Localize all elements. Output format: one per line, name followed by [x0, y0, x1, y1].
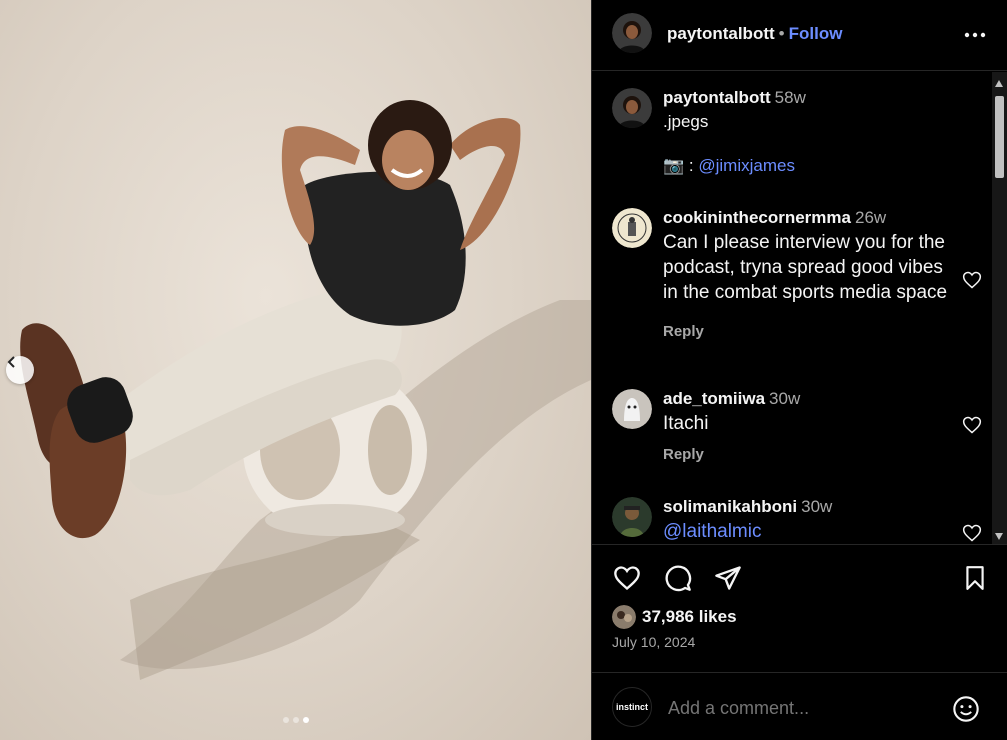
scroll-thumb[interactable]	[995, 96, 1004, 178]
post-actions: 37,986 likes July 10, 2024	[592, 544, 1007, 672]
comment-body: ade_tomiiwa 30w Itachi Reply	[663, 389, 953, 463]
more-icon	[964, 25, 986, 43]
carousel-dot	[282, 717, 289, 723]
comments-scrollbar[interactable]	[992, 72, 1007, 544]
comment-avatar[interactable]	[612, 497, 652, 537]
liker-avatar	[612, 605, 636, 629]
like-button[interactable]	[612, 565, 642, 595]
comment-icon	[664, 564, 692, 597]
comment-avatar[interactable]	[612, 389, 652, 429]
heart-icon	[962, 524, 982, 544]
caption-item: paytontalbott 58w .jpegs 📷 : @jimixjames	[612, 88, 967, 198]
author-username[interactable]: paytontalbott	[667, 24, 775, 43]
add-comment-bar: instinct	[592, 672, 1007, 740]
bookmark-icon	[962, 564, 988, 597]
comment-text: Itachi	[663, 413, 709, 434]
comment-like-button[interactable]	[962, 523, 982, 543]
save-button[interactable]	[960, 565, 990, 595]
comment-body: cookininthecornermma 26w Can I please int…	[663, 208, 953, 340]
scroll-up-arrow[interactable]	[995, 80, 1003, 87]
separator-dot: •	[778, 24, 785, 43]
current-user-avatar-text: instinct	[615, 702, 648, 712]
comment-time[interactable]: 30w	[801, 497, 832, 516]
heart-icon	[962, 271, 982, 294]
heart-icon	[962, 416, 982, 439]
comment-username[interactable]: solimanikahboni	[663, 497, 797, 516]
carousel-dot-active	[302, 717, 309, 723]
scroll-down-arrow[interactable]	[995, 533, 1003, 540]
post-detail-panel: paytontalbott • Follow paytontalbott 58w .j…	[591, 0, 1007, 740]
comment-time[interactable]: 26w	[855, 208, 886, 227]
comment-username[interactable]: ade_tomiiwa	[663, 389, 765, 408]
comment-avatar[interactable]	[612, 208, 652, 248]
comment-item: cookininthecornermma 26w Can I please int…	[612, 208, 982, 358]
likes-summary[interactable]: 37,986 likes	[612, 605, 737, 629]
comment-text: Can I please interview you for the podca…	[663, 232, 948, 303]
camera-icon: 📷 :	[663, 156, 694, 175]
carousel-prev-button[interactable]	[6, 356, 34, 384]
header-user-line: paytontalbott • Follow	[667, 24, 842, 44]
caption-avatar[interactable]	[612, 88, 652, 128]
photo-illustration	[20, 100, 591, 680]
reply-button[interactable]: Reply	[663, 446, 953, 463]
heart-icon	[613, 564, 641, 597]
add-comment-input[interactable]	[668, 698, 928, 719]
comment-like-button[interactable]	[962, 270, 982, 290]
share-button[interactable]	[713, 565, 743, 595]
comments-list[interactable]: paytontalbott 58w .jpegs 📷 : @jimixjames …	[592, 72, 1007, 544]
carousel-indicator	[0, 717, 591, 723]
comment-like-button[interactable]	[962, 415, 982, 435]
post-photo[interactable]	[0, 0, 591, 740]
more-options-button[interactable]	[963, 24, 987, 44]
likes-count[interactable]: 37,986 likes	[642, 607, 737, 627]
emoji-icon	[952, 696, 980, 727]
comment-username[interactable]: cookininthecornermma	[663, 208, 851, 227]
follow-button[interactable]: Follow	[789, 24, 843, 43]
caption-username[interactable]: paytontalbott	[663, 88, 771, 107]
comment-body: solimanikahboni 30w @laithalmic	[663, 497, 953, 544]
post-date[interactable]: July 10, 2024	[612, 634, 695, 650]
reply-button[interactable]: Reply	[663, 323, 953, 340]
caption-body: paytontalbott 58w .jpegs 📷 : @jimixjames	[663, 88, 953, 176]
caption-time[interactable]: 58w	[775, 88, 806, 107]
post-header: paytontalbott • Follow	[592, 0, 1007, 71]
comment-time[interactable]: 30w	[769, 389, 800, 408]
caption-text: .jpegs	[663, 112, 709, 131]
share-icon	[714, 564, 742, 597]
carousel-dot	[292, 717, 299, 723]
emoji-button[interactable]	[952, 695, 980, 723]
comment-item: ade_tomiiwa 30w Itachi Reply	[612, 389, 982, 469]
comment-mention[interactable]: @laithalmic	[663, 519, 953, 544]
comment-button[interactable]	[663, 565, 693, 595]
current-user-avatar: instinct	[612, 687, 652, 727]
comment-item: solimanikahboni 30w @laithalmic	[612, 497, 982, 544]
author-avatar[interactable]	[612, 13, 652, 53]
caption-credit: 📷 : @jimixjames	[663, 156, 953, 176]
caption-mention[interactable]: @jimixjames	[698, 156, 795, 175]
